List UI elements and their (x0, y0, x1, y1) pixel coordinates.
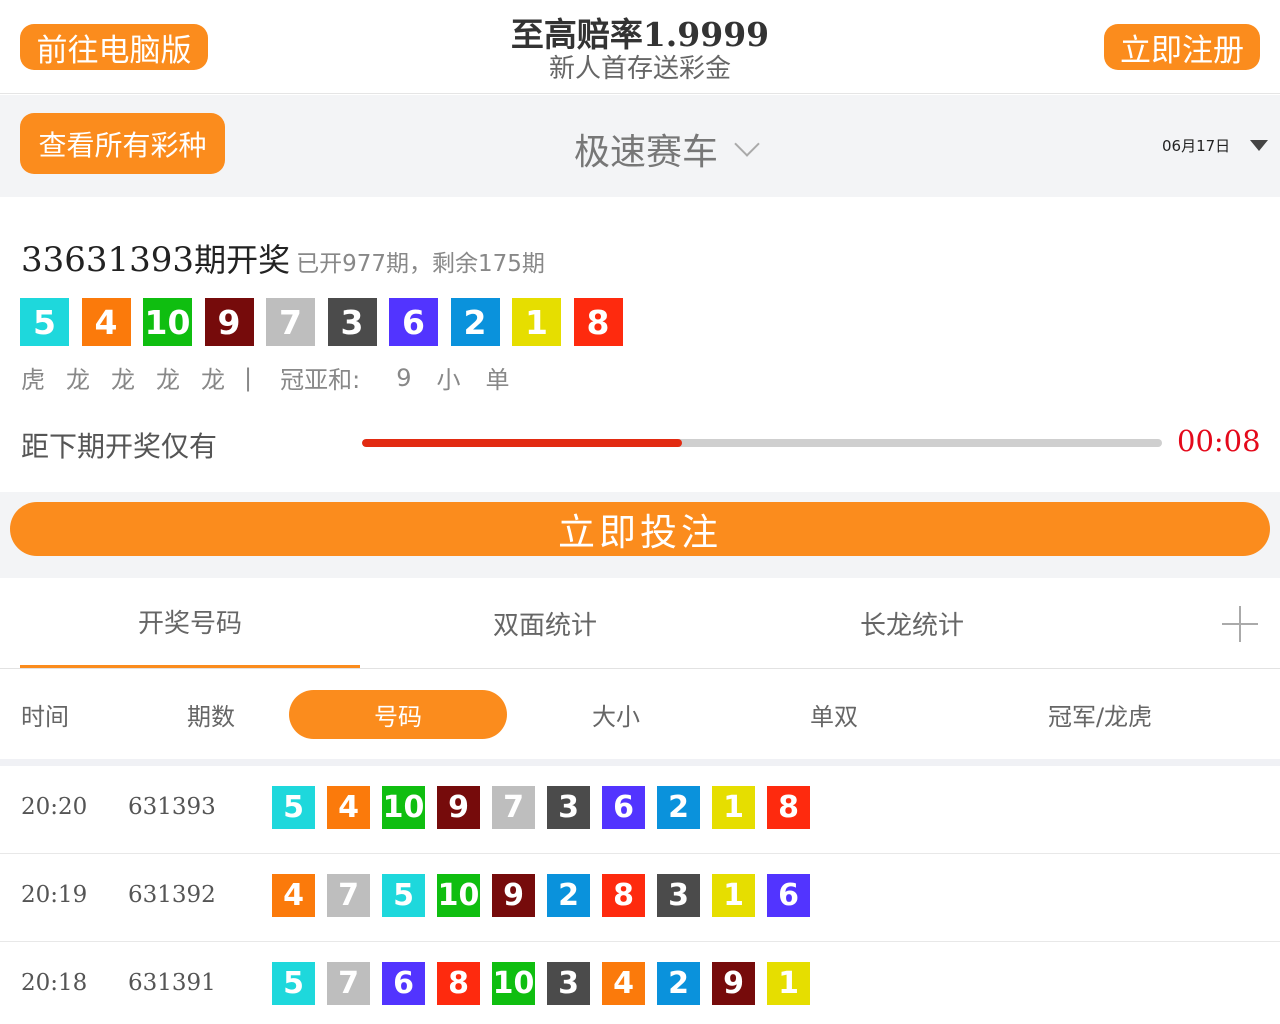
number-ball: 10 (437, 874, 480, 917)
guanya-size: 小 (436, 366, 461, 394)
number-ball: 3 (547, 962, 590, 1005)
number-ball: 5 (272, 786, 315, 829)
dragon-tiger-4: 龙 (156, 366, 180, 394)
number-ball: 2 (657, 962, 700, 1005)
bet-now-button[interactable]: 立即投注 (10, 502, 1270, 556)
number-ball: 7 (327, 962, 370, 1005)
number-ball: 9 (492, 874, 535, 917)
number-ball: 9 (712, 962, 755, 1005)
date-selector[interactable]: 06月17日 (1162, 135, 1269, 156)
filter-parity-button[interactable]: 单双 (725, 690, 943, 739)
filter-number-button[interactable]: 号码 (289, 690, 507, 739)
number-ball: 7 (266, 298, 315, 346)
caret-down-icon (1250, 140, 1269, 151)
latest-draw-panel: 33631393 期开奖 已开977期，剩余175期 5 4 10 9 7 3 6 2 1 8 虎… (0, 217, 1280, 492)
countdown-progress-fill (362, 439, 682, 447)
top-bar: 前往电脑版 至高赔率1.9999 新人首存送彩金 立即注册 (0, 0, 1280, 94)
history-time: 20:20 (21, 794, 88, 820)
plus-icon[interactable] (1222, 606, 1258, 642)
number-ball: 10 (382, 786, 425, 829)
history-time: 20:19 (21, 882, 88, 908)
number-ball: 4 (602, 962, 645, 1005)
number-ball: 8 (602, 874, 645, 917)
history-issue: 631392 (128, 882, 216, 908)
bet-area: 立即投注 (0, 492, 1280, 578)
number-ball: 9 (204, 298, 254, 346)
number-ball: 4 (272, 874, 315, 917)
filter-row: 时间 期数 号码 大小 单双 冠军/龙虎 (0, 669, 1280, 759)
register-button[interactable]: 立即注册 (1104, 24, 1260, 70)
draw-progress-text: 已开977期，剩余175期 (296, 251, 545, 277)
dragon-tiger-1: 虎 (21, 366, 45, 394)
number-ball: 8 (437, 962, 480, 1005)
dragon-tiger-2: 龙 (66, 366, 90, 394)
tab-bar: 开奖号码 双面统计 长龙统计 (0, 578, 1280, 669)
tab-two-sided-stats[interactable]: 双面统计 (375, 578, 715, 668)
number-ball: 6 (382, 962, 425, 1005)
history-numbers: 4 7 5 10 9 2 8 3 1 6 (272, 874, 810, 917)
number-ball: 7 (492, 786, 535, 829)
dragon-tiger-row: 虎 龙 龙 龙 龙 | 冠亚和: 9 小 单 (21, 360, 534, 395)
dragon-tiger-5: 龙 (201, 366, 225, 394)
table-row: 20:20 631393 5 4 10 9 7 3 6 2 1 8 (0, 766, 1280, 854)
all-lotteries-button[interactable]: 查看所有彩种 (20, 113, 225, 174)
guanya-label: 冠亚和: (280, 366, 361, 394)
countdown-progress-bar (362, 439, 1162, 447)
number-ball: 1 (712, 874, 755, 917)
table-row: 20:19 631392 4 7 5 10 9 2 8 3 1 6 (0, 854, 1280, 942)
game-selector[interactable]: 极速赛车 (574, 123, 760, 175)
draw-heading: 33631393 期开奖 已开977期，剩余175期 (21, 235, 545, 281)
chevron-down-icon (734, 131, 760, 157)
tab-draw-numbers[interactable]: 开奖号码 (20, 578, 360, 668)
promo-subtitle: 新人首存送彩金 (548, 54, 731, 84)
number-ball: 9 (437, 786, 480, 829)
guanya-parity: 单 (485, 366, 510, 394)
divider: | (244, 363, 253, 392)
draw-numbers: 5 4 10 9 7 3 6 2 1 8 (20, 298, 623, 346)
number-ball: 5 (272, 962, 315, 1005)
number-ball: 7 (327, 874, 370, 917)
number-ball: 1 (712, 786, 755, 829)
number-ball: 1 (767, 962, 810, 1005)
game-name: 极速赛车 (574, 132, 719, 173)
history-time: 20:18 (21, 970, 88, 996)
draw-issue-suffix: 期开奖 (194, 241, 291, 279)
history-numbers: 5 7 6 8 10 3 4 2 9 1 (272, 962, 810, 1005)
draw-issue-number: 33631393 (21, 240, 195, 280)
tab-streak-stats[interactable]: 长龙统计 (742, 578, 1082, 668)
countdown-timer: 00:08 (1177, 424, 1261, 458)
number-ball: 8 (573, 298, 623, 346)
filter-champion-dragon-button[interactable]: 冠军/龙虎 (990, 690, 1210, 739)
number-ball: 4 (81, 298, 131, 346)
number-ball: 3 (547, 786, 590, 829)
number-ball: 3 (657, 874, 700, 917)
number-ball: 6 (602, 786, 645, 829)
number-ball: 6 (389, 298, 438, 346)
number-ball: 2 (547, 874, 590, 917)
filter-size-button[interactable]: 大小 (507, 690, 725, 739)
number-ball: 2 (450, 298, 500, 346)
date-label: 06月17日 (1162, 137, 1231, 155)
number-ball: 4 (327, 786, 370, 829)
number-ball: 5 (20, 298, 69, 346)
table-row: 20:18 631391 5 7 6 8 10 3 4 2 9 1 (0, 942, 1280, 1024)
filter-time-label: 时间 (21, 703, 69, 731)
filter-issue-label: 期数 (187, 703, 235, 731)
divider (0, 759, 1280, 766)
number-ball: 6 (767, 874, 810, 917)
number-ball: 1 (512, 298, 561, 346)
number-ball: 10 (492, 962, 535, 1005)
number-ball: 3 (327, 298, 377, 346)
number-ball: 10 (143, 298, 192, 346)
number-ball: 5 (382, 874, 425, 917)
guanya-sum: 9 (396, 363, 412, 392)
countdown-label: 距下期开奖仅有 (21, 430, 218, 463)
lottery-selector-bar: 查看所有彩种 极速赛车 06月17日 (0, 95, 1280, 197)
number-ball: 8 (767, 786, 810, 829)
dragon-tiger-3: 龙 (111, 366, 135, 394)
history-issue: 631393 (128, 794, 216, 820)
history-issue: 631391 (128, 970, 216, 996)
number-ball: 2 (657, 786, 700, 829)
history-numbers: 5 4 10 9 7 3 6 2 1 8 (272, 786, 810, 829)
